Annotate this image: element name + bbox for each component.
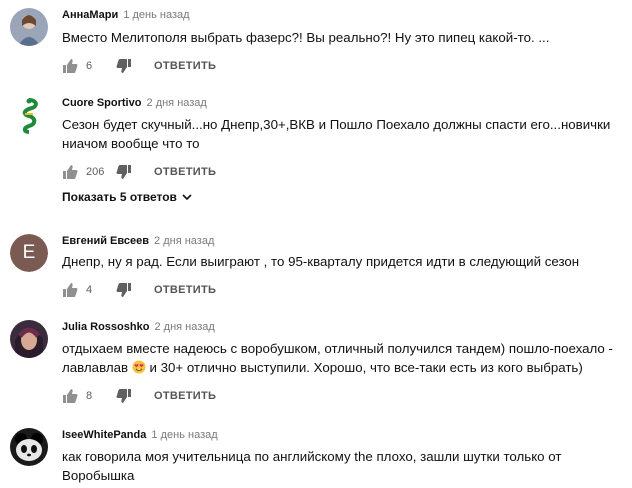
avatar[interactable]: E [10,234,48,272]
comment-text: Сезон будет скучный...но Днепр,30+,ВКВ и… [62,117,611,151]
comment-time[interactable]: 1 день назад [151,429,217,441]
comment-actions: 6 ОТВЕТИТЬ [62,58,216,74]
author-name[interactable]: Julia Rossoshko [62,321,149,333]
reply-button[interactable]: ОТВЕТИТЬ [154,60,216,72]
comment-text-line: и 30+ отлично выступили. Хорошо, что все… [149,360,583,375]
heart-eyes-emoji-icon [132,360,146,374]
comment-actions: 8 ОТВЕТИТЬ [62,388,216,404]
comment-header: Евгений Евсеев 2 дня назад [62,234,214,248]
reply-button[interactable]: ОТВЕТИТЬ [154,284,216,296]
comment-time[interactable]: 2 дня назад [154,321,214,333]
comment-header: Cuore Sportivo 2 дня назад [62,96,207,110]
comment-actions: 4 ОТВЕТИТЬ [62,282,216,298]
thumbs-down-icon[interactable] [116,282,132,298]
avatar[interactable] [10,8,48,46]
comment-text: как говорила моя учительница по английск… [62,449,562,483]
avatar[interactable] [10,428,48,466]
comment-time[interactable]: 2 дня назад [154,235,214,247]
comment-text-line: отдыхаем вместе надеюсь с воробушком, от… [62,341,613,356]
avatar-letter: E [10,234,48,272]
comment-text: Вместо Мелитополя выбрать фазерс?! Вы ре… [62,30,550,45]
comment-time[interactable]: 1 день назад [123,9,189,21]
comment-text: отдыхаем вместе надеюсь с воробушком, от… [62,339,632,377]
comment: АннаМари 1 день назад Вместо Мелитополя … [0,8,632,78]
like-count: 8 [86,390,93,402]
like-count: 4 [86,284,93,296]
chevron-down-icon [182,194,192,201]
thumbs-up-icon[interactable] [62,282,78,298]
author-name[interactable]: АннаМари [62,9,118,21]
thumbs-down-icon[interactable] [116,164,132,180]
thumbs-up-icon[interactable] [62,388,78,404]
comment-text-line: лавлавлав [62,360,129,375]
comment-time[interactable]: 2 дня назад [147,97,207,109]
avatar[interactable] [10,96,48,134]
thumbs-down-icon[interactable] [116,388,132,404]
like-count: 6 [86,60,93,72]
comment-header: АннаМари 1 день назад [62,8,190,22]
comment-text: Днепр, ну я рад. Если выиграют , то 95-к… [62,254,580,269]
comment: Cuore Sportivo 2 дня назад Сезон будет с… [0,96,632,208]
like-count: 206 [86,166,105,178]
comments-list: АннаМари 1 день назад Вместо Мелитополя … [0,0,632,488]
comment-actions: 206 ОТВЕТИТЬ [62,164,216,180]
comment: IseeWhitePanda 1 день назад как говорила… [0,428,632,488]
author-name[interactable]: IseeWhitePanda [62,429,146,441]
thumbs-up-icon[interactable] [62,58,78,74]
thumbs-down-icon[interactable] [116,58,132,74]
show-replies-button[interactable]: Показать 5 ответов [62,190,192,204]
comment: Julia Rossoshko 2 дня назад отдыхаем вме… [0,320,632,410]
comment: E Евгений Евсеев 2 дня назад Днепр, ну я… [0,234,632,304]
show-replies-label: Показать 5 ответов [62,190,177,204]
thumbs-up-icon[interactable] [62,164,78,180]
comment-header: Julia Rossoshko 2 дня назад [62,320,215,334]
reply-button[interactable]: ОТВЕТИТЬ [154,166,216,178]
author-name[interactable]: Евгений Евсеев [62,235,149,247]
reply-button[interactable]: ОТВЕТИТЬ [154,390,216,402]
comment-header: IseeWhitePanda 1 день назад [62,428,218,442]
author-name[interactable]: Cuore Sportivo [62,97,141,109]
avatar[interactable] [10,320,48,358]
